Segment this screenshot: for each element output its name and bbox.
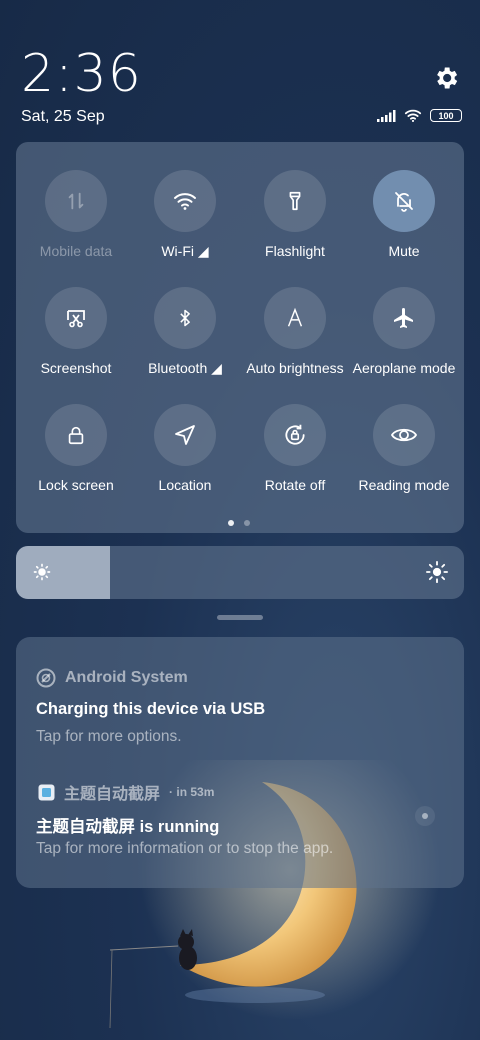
tile-rotate-lock[interactable]: Rotate off [240, 404, 350, 493]
notification-body: Tap for more options. [36, 728, 182, 745]
tile-flashlight[interactable]: Flashlight [240, 170, 350, 259]
page-dot-2 [244, 520, 250, 526]
page-indicator [228, 520, 250, 526]
tile-label: Aeroplane mode [352, 360, 456, 376]
tile-eye[interactable]: Reading mode [349, 404, 459, 493]
tile-bell-off[interactable]: Mute [349, 170, 459, 259]
tile-screenshot[interactable]: Screenshot [21, 287, 131, 376]
lock-icon[interactable] [45, 404, 107, 466]
tile-auto-brightness[interactable]: Auto brightness [240, 287, 350, 376]
notification-app-name: 主题自动截屏 [64, 786, 161, 803]
eye-icon[interactable] [373, 404, 435, 466]
tile-label: Reading mode [358, 477, 450, 493]
app-icon [38, 784, 55, 800]
tile-location[interactable]: Location [130, 404, 240, 493]
tile-label: Wi-Fi ◢ [161, 243, 209, 259]
tile-label: Rotate off [264, 477, 326, 493]
auto-brightness-icon[interactable] [264, 287, 326, 349]
battery-indicator: 100 [430, 109, 462, 122]
quick-settings-panel: Mobile data Wi-Fi ◢ Flashlight Mute Screensh… [16, 142, 464, 533]
brightness-low-icon [33, 563, 51, 581]
drag-handle[interactable] [217, 615, 263, 620]
tile-label: Lock screen [38, 477, 114, 493]
notification-app-header: Android System [36, 668, 188, 688]
tile-wifi[interactable]: Wi-Fi ◢ [130, 170, 240, 260]
wifi-status-icon [404, 109, 422, 122]
tile-lock[interactable]: Lock screen [21, 404, 131, 493]
mobile-data-icon[interactable] [45, 170, 107, 232]
tile-airplane[interactable]: Aeroplane mode [349, 287, 459, 376]
notification-title: Charging this device via USB [36, 700, 266, 718]
notification-app-header: 主题自动截屏 · in 53m [38, 780, 214, 804]
tile-label: Flashlight [265, 243, 325, 259]
wifi-icon[interactable] [154, 170, 216, 232]
tile-label: Mobile data [39, 243, 113, 259]
tile-label: Bluetooth ◢ [148, 360, 222, 376]
clock[interactable]: 2:36 [21, 44, 142, 104]
android-system-icon [36, 668, 56, 688]
bell-off-icon[interactable] [373, 170, 435, 232]
brightness-slider[interactable] [16, 546, 464, 599]
airplane-icon[interactable] [373, 287, 435, 349]
tile-label: Location [158, 477, 212, 493]
notification-title: 主题自动截屏 is running [36, 818, 220, 836]
brightness-high-icon [426, 561, 448, 583]
gear-icon[interactable] [432, 64, 460, 92]
tile-label: Mute [388, 243, 420, 259]
page-dot-1 [228, 520, 234, 526]
brightness-fill[interactable] [16, 546, 111, 599]
tile-mobile-data[interactable]: Mobile data [21, 170, 131, 259]
date[interactable]: Sat, 25 Sep [21, 108, 105, 126]
status-bar-icons: 100 [377, 109, 462, 122]
notification-body: Tap for more information or to stop the … [36, 840, 334, 857]
signal-icon [377, 109, 396, 122]
notification-time: · in 53m [169, 785, 215, 799]
location-icon[interactable] [154, 404, 216, 466]
tile-label: Screenshot [40, 360, 112, 376]
bluetooth-icon[interactable] [154, 287, 216, 349]
screenshot-icon[interactable] [45, 287, 107, 349]
notification-panel: Android System Charging this device via … [16, 637, 464, 888]
tile-bluetooth[interactable]: Bluetooth ◢ [130, 287, 240, 377]
notification-app-name: Android System [65, 669, 188, 686]
tile-label: Auto brightness [246, 360, 344, 376]
rotate-lock-icon[interactable] [264, 404, 326, 466]
flashlight-icon[interactable] [264, 170, 326, 232]
